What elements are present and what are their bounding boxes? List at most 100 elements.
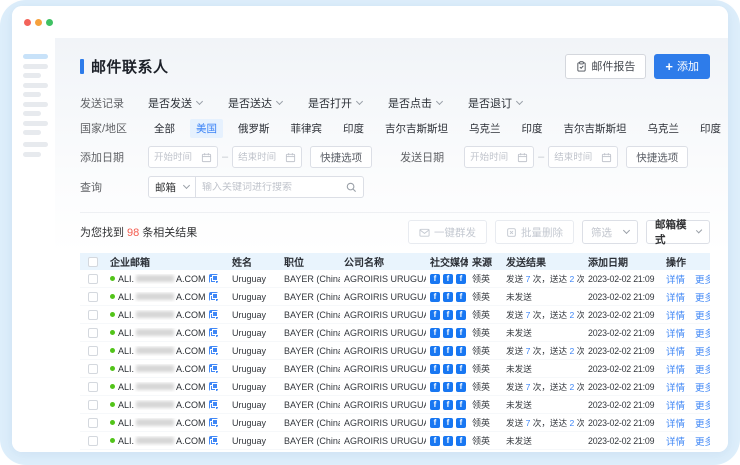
keyword-search-input[interactable] [196, 176, 364, 198]
copy-icon[interactable] [209, 346, 218, 355]
row-checkbox[interactable] [88, 436, 98, 446]
row-checkbox[interactable] [88, 346, 98, 356]
facebook-icon[interactable]: f [443, 292, 453, 302]
query-field-select[interactable]: 邮箱 [148, 176, 196, 198]
more-link[interactable]: 更多 [695, 362, 710, 376]
more-link[interactable]: 更多 [695, 380, 710, 394]
send-date-quick-button[interactable]: 快捷选项 [626, 146, 688, 168]
sidebar-item[interactable] [23, 130, 41, 135]
sidebar-item[interactable] [23, 152, 41, 157]
sidebar-item[interactable] [23, 83, 48, 88]
facebook-icon[interactable]: f [430, 418, 440, 428]
send-record-filter[interactable]: 是否打开 [308, 95, 362, 111]
sidebar-item[interactable] [23, 92, 41, 97]
bulk-send-button[interactable]: 一键群发 [408, 220, 487, 244]
select-all-checkbox[interactable] [88, 257, 98, 267]
filter-select[interactable]: 筛选 [582, 220, 638, 244]
facebook-icon[interactable]: f [430, 382, 440, 392]
detail-link[interactable]: 详情 [666, 272, 685, 286]
more-link[interactable]: 更多 [695, 308, 710, 322]
detail-link[interactable]: 详情 [666, 380, 685, 394]
facebook-icon[interactable]: f [456, 292, 466, 302]
sidebar-item[interactable] [23, 111, 41, 116]
facebook-icon[interactable]: f [456, 328, 466, 338]
facebook-icon[interactable]: f [430, 364, 440, 374]
more-link[interactable]: 更多 [695, 398, 710, 412]
more-link[interactable]: 更多 [695, 272, 710, 286]
copy-icon[interactable] [209, 310, 218, 319]
facebook-icon[interactable]: f [430, 400, 440, 410]
copy-icon[interactable] [209, 400, 218, 409]
country-option[interactable]: 乌克兰 [642, 119, 686, 138]
window-close-button[interactable] [24, 19, 31, 26]
add-date-quick-button[interactable]: 快捷选项 [310, 146, 372, 168]
window-minimize-button[interactable] [35, 19, 42, 26]
sidebar-item-active[interactable] [23, 54, 48, 59]
facebook-icon[interactable]: f [443, 364, 453, 374]
row-checkbox[interactable] [88, 364, 98, 374]
facebook-icon[interactable]: f [443, 346, 453, 356]
more-link[interactable]: 更多 [695, 344, 710, 358]
facebook-icon[interactable]: f [443, 418, 453, 428]
row-checkbox[interactable] [88, 328, 98, 338]
sidebar-item[interactable] [23, 73, 41, 78]
facebook-icon[interactable]: f [443, 436, 453, 446]
facebook-icon[interactable]: f [430, 274, 440, 284]
row-checkbox[interactable] [88, 310, 98, 320]
mail-report-button[interactable]: 邮件报告 [565, 54, 646, 79]
copy-icon[interactable] [209, 328, 218, 337]
detail-link[interactable]: 详情 [666, 308, 685, 322]
facebook-icon[interactable]: f [456, 382, 466, 392]
facebook-icon[interactable]: f [456, 436, 466, 446]
facebook-icon[interactable]: f [430, 310, 440, 320]
country-option[interactable]: 印度 [694, 119, 727, 138]
copy-icon[interactable] [209, 274, 218, 283]
mailbox-mode-select[interactable]: 邮箱模式 [646, 220, 710, 244]
facebook-icon[interactable]: f [443, 310, 453, 320]
facebook-icon[interactable]: f [443, 382, 453, 392]
facebook-icon[interactable]: f [456, 274, 466, 284]
facebook-icon[interactable]: f [456, 364, 466, 374]
detail-link[interactable]: 详情 [666, 434, 685, 448]
more-link[interactable]: 更多 [695, 434, 710, 448]
window-zoom-button[interactable] [46, 19, 53, 26]
detail-link[interactable]: 详情 [666, 290, 685, 304]
detail-link[interactable]: 详情 [666, 416, 685, 430]
sidebar-item[interactable] [23, 64, 48, 69]
row-checkbox[interactable] [88, 274, 98, 284]
row-checkbox[interactable] [88, 418, 98, 428]
send-date-end-input[interactable] [548, 146, 618, 168]
facebook-icon[interactable]: f [456, 310, 466, 320]
add-button[interactable]: + 添加 [654, 54, 710, 79]
send-record-filter[interactable]: 是否退订 [468, 95, 522, 111]
send-record-filter[interactable]: 是否送达 [228, 95, 282, 111]
detail-link[interactable]: 详情 [666, 326, 685, 340]
send-date-start-input[interactable] [464, 146, 534, 168]
facebook-icon[interactable]: f [430, 346, 440, 356]
copy-icon[interactable] [209, 382, 218, 391]
country-option[interactable]: 印度 [337, 119, 370, 138]
facebook-icon[interactable]: f [443, 328, 453, 338]
copy-icon[interactable] [209, 292, 218, 301]
send-record-filter[interactable]: 是否点击 [388, 95, 442, 111]
country-option[interactable]: 吉尔吉斯斯坦 [379, 119, 454, 138]
copy-icon[interactable] [209, 418, 218, 427]
sidebar-item[interactable] [23, 102, 48, 107]
country-option[interactable]: 吉尔吉斯斯坦 [558, 119, 633, 138]
sidebar-item[interactable] [23, 121, 48, 126]
country-option[interactable]: 乌克兰 [463, 119, 507, 138]
detail-link[interactable]: 详情 [666, 344, 685, 358]
add-date-start-input[interactable] [148, 146, 218, 168]
send-record-filter[interactable]: 是否发送 [148, 95, 202, 111]
facebook-icon[interactable]: f [456, 346, 466, 356]
detail-link[interactable]: 详情 [666, 362, 685, 376]
country-option[interactable]: 印度 [516, 119, 549, 138]
row-checkbox[interactable] [88, 382, 98, 392]
country-option[interactable]: 菲律宾 [285, 119, 329, 138]
facebook-icon[interactable]: f [430, 328, 440, 338]
sidebar-item[interactable] [23, 142, 48, 147]
country-option[interactable]: 全部 [148, 119, 181, 138]
bulk-delete-button[interactable]: 批量删除 [495, 220, 574, 244]
facebook-icon[interactable]: f [443, 400, 453, 410]
more-link[interactable]: 更多 [695, 326, 710, 340]
